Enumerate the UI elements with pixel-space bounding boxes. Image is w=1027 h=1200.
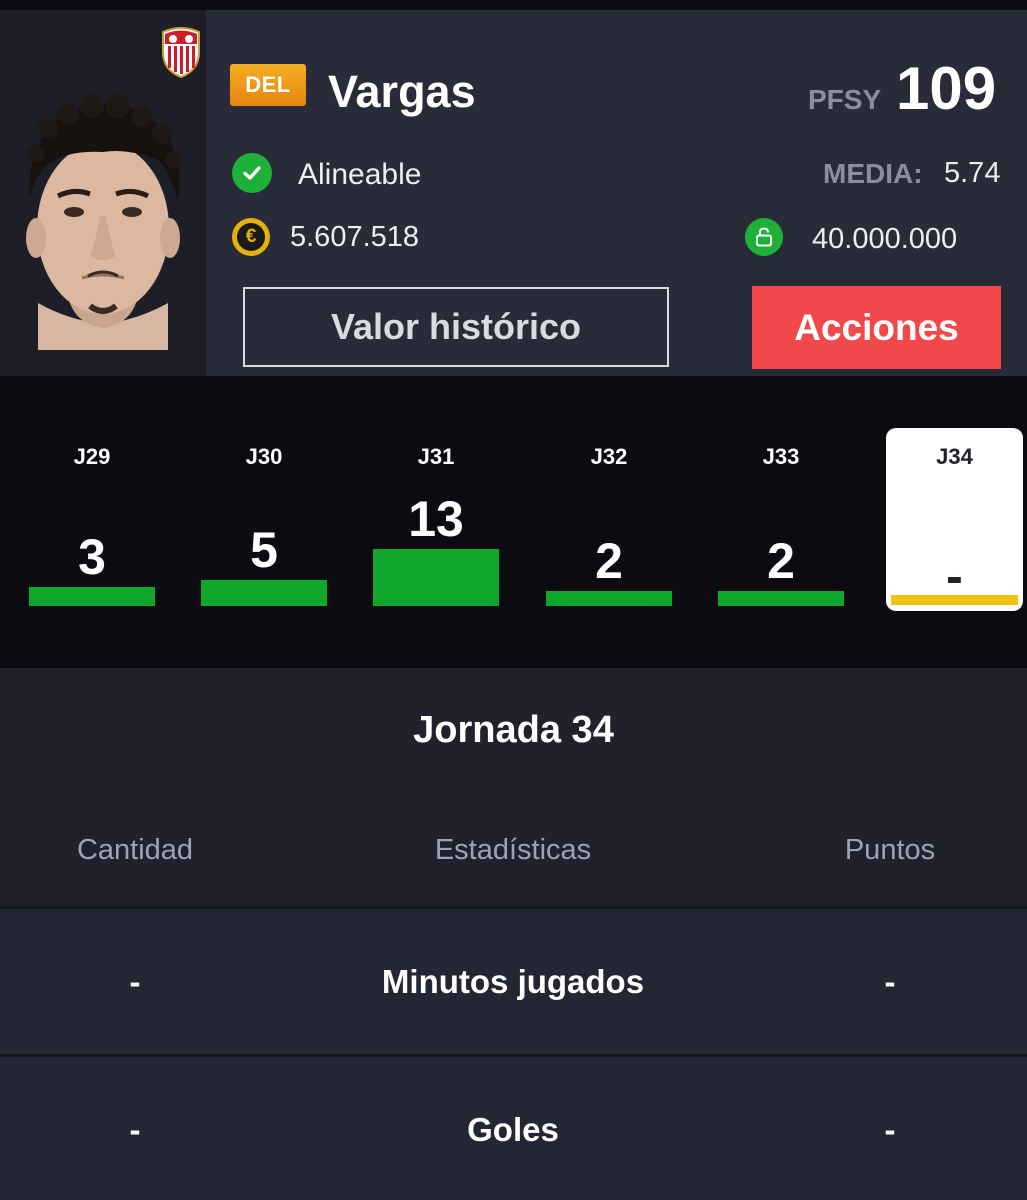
column-header-stats: Estadísticas: [434, 834, 592, 866]
column-header-quantity: Cantidad: [76, 834, 194, 866]
top-edge: [0, 0, 1027, 10]
actions-button[interactable]: Acciones: [752, 286, 1001, 369]
round-points: 3: [78, 529, 106, 586]
round-label: J33: [762, 444, 800, 469]
euro-coin-icon: €: [232, 218, 270, 256]
round-j32[interactable]: J32 2: [546, 376, 672, 668]
round-j29[interactable]: J29 3: [29, 376, 155, 668]
player-status: Alineable: [298, 158, 422, 191]
stats-section: Jornada 34 Cantidad Estadísticas Puntos …: [0, 668, 1027, 1200]
pfsy-value: 109: [896, 55, 997, 122]
round-title: Jornada 34: [413, 709, 614, 751]
rounds-strip: J29 3 J30 5 J31 13 J32 2 J33 2 J34 -: [0, 376, 1027, 668]
player-photo-panel: [0, 10, 206, 376]
market-value: 5.607.518: [290, 221, 420, 253]
current-round-bar: [891, 595, 1018, 605]
historic-value-button[interactable]: Valor histórico: [243, 287, 669, 367]
round-label: J32: [590, 444, 628, 469]
round-points: 2: [767, 533, 795, 589]
round-j33[interactable]: J33 2: [718, 376, 844, 668]
round-points-bar: [718, 591, 844, 606]
media-label: MEDIA:: [823, 158, 923, 189]
position-badge: DEL: [230, 64, 306, 106]
stat-row: - Goles -: [0, 1057, 1027, 1200]
clause-value: 40.000.000: [812, 223, 958, 255]
player-name: Vargas: [328, 66, 476, 117]
round-points: 5: [250, 521, 278, 578]
check-icon: [232, 153, 272, 193]
round-label: J31: [417, 444, 455, 469]
lock-icon: [745, 218, 783, 256]
round-points: 13: [408, 491, 464, 547]
stat-name: Minutos jugados: [381, 963, 645, 1000]
round-label: J34: [936, 444, 973, 469]
stat-row: - Minutos jugados -: [0, 909, 1027, 1055]
player-portrait: [26, 94, 183, 350]
stat-name: Goles: [467, 1111, 559, 1148]
round-points-bar: [201, 579, 327, 606]
round-points-bar: [29, 587, 155, 606]
column-header-points: Puntos: [844, 834, 936, 866]
player-header: DEL Vargas PFSY 109 Alineable MEDIA: 5.7…: [0, 10, 1027, 376]
stat-points: -: [884, 963, 896, 1000]
pfsy-label: PFSY: [808, 84, 882, 115]
round-points-bar: [373, 549, 499, 606]
round-j31[interactable]: J31 13: [373, 376, 499, 668]
round-label: J30: [245, 444, 283, 469]
round-points: 2: [595, 533, 623, 589]
round-j34[interactable]: J34 -: [886, 376, 1023, 668]
round-j30[interactable]: J30 5: [201, 376, 327, 668]
stat-quantity: -: [129, 1111, 141, 1148]
round-label: J29: [73, 444, 111, 469]
sevilla-crest-icon: [162, 27, 200, 78]
media-value: 5.74: [944, 157, 1001, 189]
stat-points: -: [884, 1111, 896, 1148]
round-points-bar: [546, 591, 672, 606]
stat-quantity: -: [129, 963, 141, 1000]
